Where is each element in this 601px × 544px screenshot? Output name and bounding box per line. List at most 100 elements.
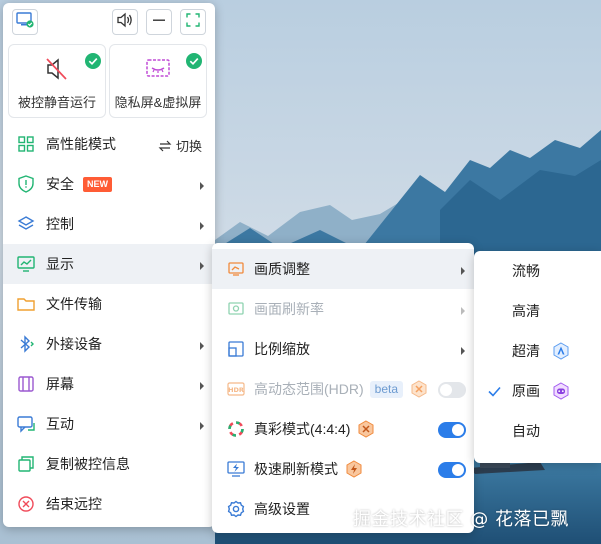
gear-icon: [227, 500, 245, 518]
feature-cards: 被控静音运行 隐私屏&虚拟屏: [8, 44, 211, 118]
submenu-item-true-color[interactable]: 真彩模式(4:4:4): [212, 409, 474, 449]
enabled-check-icon: [186, 53, 202, 74]
switch-arrows-icon: [158, 140, 172, 151]
privacy-screen-label: 隐私屏&虚拟屏: [114, 95, 202, 110]
main-menu-list: 高性能模式 切换 安全 NEW 控制 显示 文件传输 外接设备 屏幕 互动 复制…: [3, 124, 215, 524]
privacy-screen-card[interactable]: 隐私屏&虚拟屏: [109, 44, 207, 118]
chevron-right-icon: [460, 263, 466, 279]
new-badge: NEW: [83, 176, 112, 192]
menu-item-security[interactable]: 安全 NEW: [3, 164, 215, 204]
quality-option-auto[interactable]: 自动: [474, 411, 601, 451]
chevron-right-icon: [199, 418, 205, 434]
monitor-check-icon: [16, 11, 34, 33]
color-wheel-icon: [227, 420, 245, 438]
fast-refresh-toggle[interactable]: [438, 462, 466, 478]
menu-item-file-transfer[interactable]: 文件传输: [3, 284, 215, 324]
fullscreen-button[interactable]: [180, 9, 206, 35]
menu-item-label: 显示: [46, 256, 74, 272]
menu-item-high-performance[interactable]: 高性能模式 切换: [3, 124, 215, 164]
refresh-screen-icon: [227, 300, 245, 318]
submenu-item-fast-refresh[interactable]: 极速刷新模式: [212, 449, 474, 489]
menu-item-label: 安全: [46, 176, 74, 192]
privacy-screen-icon: [145, 57, 171, 86]
quality-option-smooth[interactable]: 流畅: [474, 251, 601, 291]
check-icon: [488, 384, 501, 400]
submenu-item-quality[interactable]: 画质调整: [212, 249, 474, 289]
grid-icon: [16, 134, 36, 154]
option-label: 流畅: [512, 263, 540, 279]
display-chart-icon: [16, 254, 36, 274]
quality-option-hd[interactable]: 高清: [474, 291, 601, 331]
watermark-text: 掘金技术社区 @ 花落已飘: [353, 509, 569, 530]
hex-tool-badge-icon: [410, 380, 428, 398]
copy-icon: [16, 454, 36, 474]
submenu-item-label: 画质调整: [254, 261, 310, 277]
submenu-item-label: 画面刷新率: [254, 301, 324, 317]
remote-control-menu: 被控静音运行 隐私屏&虚拟屏 高性能模式 切换 安全 NEW 控制 显示 文件传…: [3, 3, 215, 527]
option-label: 自动: [512, 423, 540, 439]
submenu-item-hdr[interactable]: HDR 高动态范围(HDR) beta: [212, 369, 474, 409]
menu-item-screen[interactable]: 屏幕: [3, 364, 215, 404]
menu-item-label: 控制: [46, 216, 74, 232]
true-color-toggle[interactable]: [438, 422, 466, 438]
submenu-item-label: 极速刷新模式: [254, 461, 338, 477]
folder-icon: [16, 294, 36, 314]
submenu-item-refresh-rate[interactable]: 画面刷新率: [212, 289, 474, 329]
submenu-item-label: 真彩模式(4:4:4): [254, 421, 351, 437]
quality-option-original[interactable]: 原画: [474, 371, 601, 411]
close-circle-icon: [16, 494, 36, 514]
screen-icon: [16, 374, 36, 394]
menu-item-label: 屏幕: [46, 376, 74, 392]
original-badge-icon: [552, 382, 570, 400]
svg-text:HDR: HDR: [228, 386, 244, 394]
chevron-right-icon: [199, 378, 205, 394]
chevron-right-icon: [460, 303, 466, 319]
chat-icon: [16, 414, 36, 434]
chevron-right-icon: [199, 178, 205, 194]
menu-item-copy-info[interactable]: 复制被控信息: [3, 444, 215, 484]
menu-item-interaction[interactable]: 互动: [3, 404, 215, 444]
shield-icon: [16, 174, 36, 194]
mute-run-label: 被控静音运行: [17, 95, 96, 110]
hex-tool-badge-icon: [357, 420, 375, 438]
menu-item-control[interactable]: 控制: [3, 204, 215, 244]
picture-quality-icon: [227, 260, 245, 278]
quality-options-panel: 流畅 高清 超清 原画 自动: [474, 251, 601, 463]
display-submenu: 画质调整 画面刷新率 比例缩放 HDR 高动态范围(HDR) beta 真彩模式…: [212, 243, 474, 533]
bluetooth-icon: [16, 334, 36, 354]
chevron-right-icon: [199, 338, 205, 354]
switch-mode-button[interactable]: 切换: [158, 136, 202, 155]
minimize-button[interactable]: [146, 9, 172, 35]
chevron-right-icon: [199, 218, 205, 234]
menu-item-label: 结束远控: [46, 496, 102, 512]
volume-icon: [116, 12, 134, 33]
menu-item-label: 外接设备: [46, 336, 102, 352]
switch-label: 切换: [175, 139, 202, 154]
mute-run-card[interactable]: 被控静音运行: [8, 44, 106, 118]
menu-item-display[interactable]: 显示: [3, 244, 215, 284]
beta-badge: beta: [369, 380, 404, 398]
menu-toolbar: [3, 3, 215, 41]
volume-button[interactable]: [112, 9, 138, 35]
hex-bolt-badge-icon: [345, 460, 363, 478]
menu-item-label: 文件传输: [46, 296, 102, 312]
layers-icon: [16, 214, 36, 234]
speaker-mute-icon: [44, 57, 70, 86]
menu-item-label: 高性能模式: [46, 136, 116, 152]
chevron-right-icon: [460, 343, 466, 359]
enabled-check-icon: [85, 53, 101, 74]
menu-item-label: 互动: [46, 416, 74, 432]
monitor-status-button[interactable]: [12, 9, 38, 35]
submenu-item-scaling[interactable]: 比例缩放: [212, 329, 474, 369]
quality-option-super-hd[interactable]: 超清: [474, 331, 601, 371]
submenu-item-label: 高级设置: [254, 501, 310, 517]
menu-item-label: 复制被控信息: [46, 456, 130, 472]
menu-item-end-remote[interactable]: 结束远控: [3, 484, 215, 524]
option-label: 原画: [512, 383, 540, 399]
menu-item-peripherals[interactable]: 外接设备: [3, 324, 215, 364]
minimize-icon: [152, 13, 166, 32]
chevron-right-icon: [199, 258, 205, 274]
hdr-toggle[interactable]: [438, 382, 466, 398]
fast-refresh-icon: [227, 460, 245, 478]
option-label: 超清: [512, 343, 540, 359]
